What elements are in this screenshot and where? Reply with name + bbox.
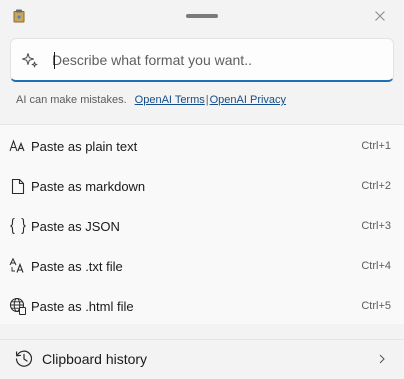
menu-item-txt-file[interactable]: Paste as .txt file Ctrl+4 xyxy=(0,246,404,286)
shortcut-label: Ctrl+1 xyxy=(361,140,391,152)
prompt-box[interactable] xyxy=(10,38,394,82)
shortcut-label: Ctrl+2 xyxy=(361,180,391,192)
link-separator: | xyxy=(205,94,209,106)
disclaimer-text: AI can make mistakes. xyxy=(16,94,127,106)
ai-disclaimer: AI can make mistakes. OpenAI Terms | Ope… xyxy=(16,94,286,106)
text-aa-icon xyxy=(9,137,27,155)
openai-terms-link[interactable]: OpenAI Terms xyxy=(135,94,205,106)
chevron-right-icon xyxy=(379,354,385,364)
advanced-paste-window: AI can make mistakes. OpenAI Terms | Ope… xyxy=(0,0,404,379)
menu-item-html-file[interactable]: Paste as .html file Ctrl+5 xyxy=(0,286,404,326)
menu-item-label: Paste as .txt file xyxy=(31,258,123,274)
menu-item-label: Paste as JSON xyxy=(31,218,120,234)
clipboard-history-label: Clipboard history xyxy=(42,351,148,367)
prompt-input[interactable] xyxy=(52,47,393,72)
close-icon xyxy=(375,11,385,21)
text-file-icon xyxy=(9,257,27,275)
title-bar[interactable] xyxy=(0,0,404,34)
menu-item-plain-text[interactable]: Paste as plain text Ctrl+1 xyxy=(0,126,404,166)
menu-item-label: Paste as plain text xyxy=(31,138,138,154)
menu-item-label: Paste as markdown xyxy=(31,178,146,194)
shortcut-label: Ctrl+5 xyxy=(361,300,391,312)
paste-options-menu: Paste as plain text Ctrl+1 Paste as mark… xyxy=(0,125,404,324)
menu-item-json[interactable]: Paste as JSON Ctrl+3 xyxy=(0,206,404,246)
shortcut-label: Ctrl+4 xyxy=(361,260,391,272)
history-icon xyxy=(15,350,33,367)
braces-icon xyxy=(9,217,27,235)
sparkle-icon xyxy=(20,50,40,70)
shortcut-label: Ctrl+3 xyxy=(361,220,391,232)
drag-handle[interactable] xyxy=(186,14,218,18)
clipboard-history-button[interactable]: Clipboard history xyxy=(0,340,404,379)
text-cursor xyxy=(54,52,55,69)
globe-file-icon xyxy=(9,297,27,315)
app-icon xyxy=(13,9,25,23)
menu-item-markdown[interactable]: Paste as markdown Ctrl+2 xyxy=(0,166,404,206)
openai-privacy-link[interactable]: OpenAI Privacy xyxy=(210,94,286,106)
close-button[interactable] xyxy=(368,4,392,28)
menu-item-label: Paste as .html file xyxy=(31,298,134,314)
document-icon xyxy=(9,177,27,195)
